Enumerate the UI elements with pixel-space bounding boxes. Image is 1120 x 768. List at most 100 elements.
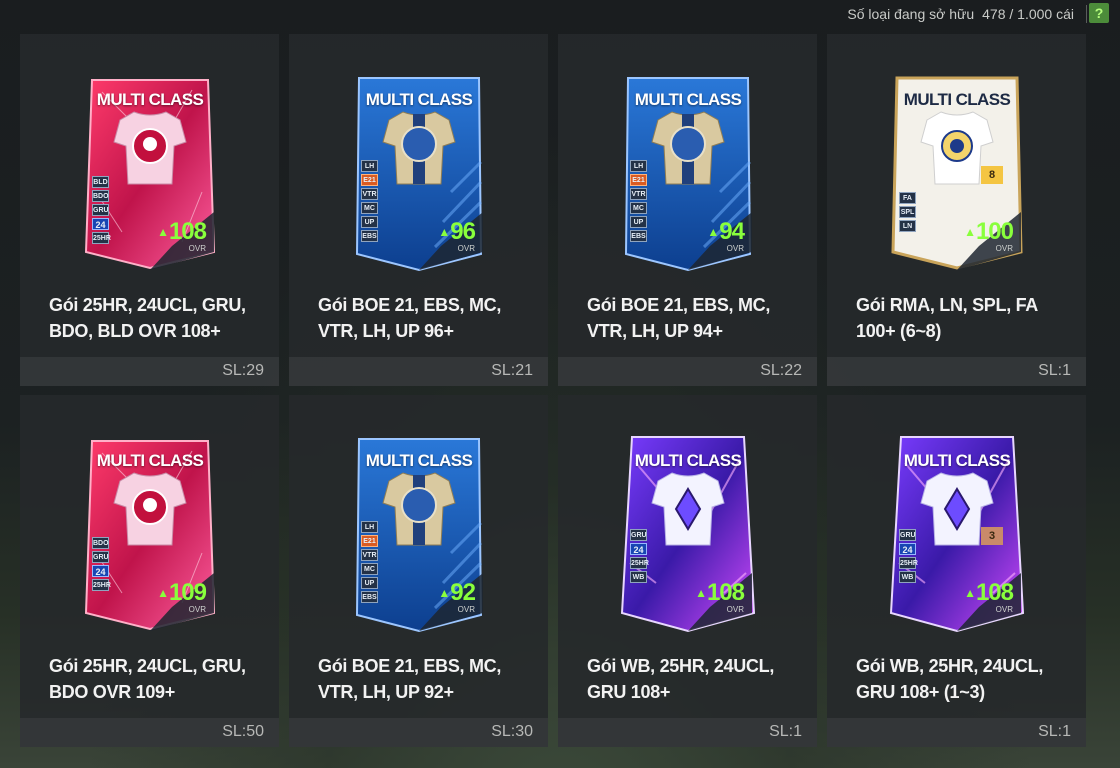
pack-tile[interactable]: MULTI CLASS LH E21 VTR MC UP EBS ▲92 OVR Gói … (289, 395, 548, 747)
upgrade-arrow-icon: ▲ (695, 586, 707, 600)
pack-title: Gói 25HR, 24UCL, GRU, BDO OVR 109+ (49, 656, 246, 702)
pack-title: Gói BOE 21, EBS, MC, VTR, LH, UP 94+ (587, 295, 771, 341)
ovr-label: OVR (995, 605, 1013, 614)
ownership-counter: Số loại đang sở hữu 478 / 1.000 cái (847, 3, 1087, 25)
trait-badge: EBS (361, 230, 378, 242)
trait-badges: FA SPL LN (899, 192, 916, 232)
upgrade-arrow-icon: ▲ (438, 225, 450, 239)
trait-badge: VTR (361, 188, 378, 200)
pack-title: Gói 25HR, 24UCL, GRU, BDO, BLD OVR 108+ (49, 295, 246, 341)
card-title: MULTI CLASS (365, 90, 473, 109)
ovr-label: OVR (188, 244, 206, 253)
trait-badge: E21 (361, 535, 378, 547)
ovr-rating: ▲92 OVR (438, 579, 476, 615)
ovr-rating: ▲108 OVR (157, 218, 207, 254)
help-button[interactable]: ? (1089, 3, 1109, 23)
trait-badge: EBS (361, 591, 378, 603)
ovr-rating: ▲109 OVR (157, 581, 207, 615)
trait-badge: GRU (630, 529, 647, 541)
trait-badges: LH E21 VTR MC UP EBS (630, 160, 647, 242)
ovr-label: OVR (995, 244, 1013, 253)
card-image: MULTI CLASS BLD BDO GRU 24 25HR ▲108 OVR (82, 72, 218, 272)
divider (1086, 5, 1087, 23)
pack-tile[interactable]: MULTI CLASS LH E21 VTR MC UP EBS ▲96 OVR Gói … (289, 34, 548, 386)
trait-badge: 24 (630, 543, 647, 555)
trait-badge: MC (361, 563, 378, 575)
trait-badge: 24 (899, 543, 916, 555)
pack-tile[interactable]: MULTI CLASS FA SPL LN 8 ▲100 OVR Gói RMA, … (827, 34, 1086, 386)
pack-count: SL:1 (1038, 362, 1071, 379)
owned-value: 478 / 1.000 cái (982, 6, 1074, 22)
card-image: MULTI CLASS BDO GRU 24 25HR ▲109 OVR (82, 433, 218, 633)
trait-badge: 25HR (92, 232, 111, 244)
card-title: MULTI CLASS (903, 90, 1011, 109)
trait-badge: 25HR (92, 579, 111, 591)
card-image: MULTI CLASS GRU 24 25HR WB 3 ▲108 OVR (889, 433, 1025, 633)
pack-count: SL:29 (222, 362, 264, 379)
upgrade-arrow-icon: ▲ (964, 225, 976, 239)
trait-badge: E21 (630, 174, 647, 186)
card-title: MULTI CLASS (634, 451, 742, 470)
card-image: MULTI CLASS LH E21 VTR MC UP EBS ▲92 OVR (351, 433, 487, 633)
ovr-value: 94 (719, 218, 745, 245)
trait-badges: GRU 24 25HR WB (899, 529, 918, 583)
ovr-label: OVR (726, 244, 744, 253)
trait-badge: UP (630, 216, 647, 228)
ovr-value: 96 (450, 218, 476, 245)
trait-badge: GRU (92, 204, 109, 216)
upgrade-arrow-icon: ▲ (157, 225, 169, 239)
trait-badge: SPL (899, 206, 916, 218)
trait-badge: FA (899, 192, 916, 204)
trait-badge: UP (361, 577, 378, 589)
ovr-label: OVR (188, 605, 206, 614)
ovr-label: OVR (457, 605, 475, 614)
pack-count: SL:1 (1038, 723, 1071, 740)
trait-badge: BLD (92, 176, 109, 188)
pack-count: SL:1 (769, 723, 802, 740)
ovr-value: 100 (975, 218, 1014, 245)
trait-badge: 24 (92, 565, 109, 577)
trait-badge: LN (899, 220, 916, 232)
trait-badge: EBS (630, 230, 647, 242)
trait-badges: LH E21 VTR MC UP EBS (361, 521, 378, 603)
ovr-rating: ▲96 OVR (438, 218, 476, 254)
pack-tile[interactable]: MULTI CLASS GRU 24 25HR WB ▲108 OVR Gói WB,… (558, 395, 817, 747)
pack-title: Gói WB, 25HR, 24UCL, GRU 108+ (587, 656, 775, 702)
trait-badges: GRU 24 25HR WB (630, 529, 649, 583)
card-title: MULTI CLASS (96, 90, 204, 109)
upgrade-arrow-icon: ▲ (157, 586, 169, 600)
card-image: MULTI CLASS FA SPL LN 8 ▲100 OVR (889, 72, 1025, 272)
trait-badge: GRU (92, 551, 109, 563)
trait-badge: E21 (361, 174, 378, 186)
ovr-value: 92 (450, 579, 476, 606)
pack-tile[interactable]: MULTI CLASS BLD BDO GRU 24 25HR ▲108 OVR Gói… (20, 34, 279, 386)
trait-badges: BLD BDO GRU 24 25HR (92, 176, 111, 244)
trait-badge: GRU (899, 529, 916, 541)
card-title: MULTI CLASS (96, 451, 204, 470)
pack-tile[interactable]: MULTI CLASS LH E21 VTR MC UP EBS ▲94 OVR Gói … (558, 34, 817, 386)
ovr-rating: ▲100 OVR (964, 218, 1014, 254)
trait-badge: WB (630, 571, 647, 583)
trait-badge: LH (361, 521, 378, 533)
pack-title: Gói BOE 21, EBS, MC, VTR, LH, UP 96+ (318, 295, 502, 341)
card-title: MULTI CLASS (634, 90, 742, 109)
pack-count: SL:22 (760, 362, 802, 379)
trait-badge: LH (630, 160, 647, 172)
pack-title: Gói RMA, LN, SPL, FA 100+ (6~8) (856, 295, 1038, 341)
pack-title: Gói WB, 25HR, 24UCL, GRU 108+ (1~3) (856, 656, 1044, 702)
card-image: MULTI CLASS LH E21 VTR MC UP EBS ▲94 OVR (620, 72, 756, 272)
trait-badge: 24 (92, 218, 109, 230)
pack-tile[interactable]: MULTI CLASS BDO GRU 24 25HR ▲109 OVR Gói 25… (20, 395, 279, 747)
ovr-value: 108 (168, 218, 207, 245)
level-badge: 8 (981, 166, 1003, 184)
ovr-rating: ▲108 OVR (695, 579, 745, 615)
trait-badge: LH (361, 160, 378, 172)
trait-badges: BDO GRU 24 25HR (92, 537, 111, 591)
pack-tile[interactable]: MULTI CLASS GRU 24 25HR WB 3 ▲108 OVR Gói W… (827, 395, 1086, 747)
upgrade-arrow-icon: ▲ (438, 586, 450, 600)
ovr-value: 108 (706, 579, 745, 606)
pack-count: SL:30 (491, 723, 533, 740)
ovr-label: OVR (726, 605, 744, 614)
upgrade-arrow-icon: ▲ (964, 586, 976, 600)
trait-badge: BDO (92, 537, 109, 549)
